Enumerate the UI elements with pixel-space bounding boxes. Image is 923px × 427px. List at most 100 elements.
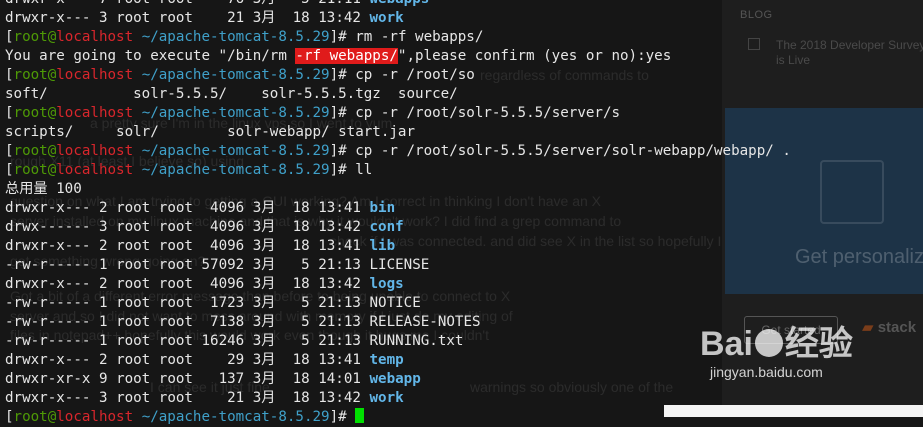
command-line: [root@localhost ~/apache-tomcat-8.5.29]#… <box>5 29 484 45</box>
link-count: 2 <box>98 352 108 368</box>
file-permissions: drwxr-x--- <box>5 352 91 368</box>
file-time: 21:13 <box>318 314 361 330</box>
file-group: root <box>158 333 193 349</box>
directory-name: lib <box>369 238 396 254</box>
file-group: root <box>158 10 193 26</box>
file-group: root <box>158 276 193 292</box>
command-line: [root@localhost ~/apache-tomcat-8.5.29]#… <box>5 162 373 178</box>
file-month: 3月 <box>252 390 276 406</box>
prompt-user: root <box>13 409 48 425</box>
file-owner: root <box>116 276 151 292</box>
file-day: 18 <box>292 371 310 387</box>
highlighted-args: -rf webapps/ <box>295 48 398 64</box>
file-owner: root <box>116 314 151 330</box>
file-size: 4096 <box>210 200 245 216</box>
link-count: 2 <box>98 238 108 254</box>
file-name: NOTICE <box>369 295 421 311</box>
command-text: cp -r /root/solr-5.5.5/server/s <box>355 105 621 121</box>
file-name: LICENSE <box>369 257 430 273</box>
file-permissions: drwxr-x--- <box>5 200 91 216</box>
file-group: root <box>159 0 193 7</box>
directory-name: webapps <box>369 0 429 7</box>
file-day: 5 <box>301 257 310 273</box>
prompt-path: ~/apache-tomcat-8.5.29 <box>141 143 330 159</box>
file-day: 5 <box>301 0 310 7</box>
file-month: 3月 <box>253 0 276 7</box>
file-day: 5 <box>301 333 310 349</box>
file-name: RELEASE-NOTES <box>369 314 481 330</box>
file-month: 3月 <box>252 352 276 368</box>
prompt-host: localhost <box>56 143 134 159</box>
message-text: You are going to execute "/bin/rm <box>5 48 296 64</box>
directory-name: work <box>369 390 404 406</box>
file-size: 16246 <box>201 333 245 349</box>
file-size: 7138 <box>210 314 245 330</box>
command-line: [root@localhost ~/apache-tomcat-8.5.29]#… <box>5 67 475 83</box>
file-size: 29 <box>227 352 245 368</box>
file-month: 3月 <box>252 276 276 292</box>
file-size: 4096 <box>210 276 245 292</box>
file-owner: root <box>116 200 151 216</box>
prompt-host: localhost <box>56 409 134 425</box>
directory-name: work <box>369 10 404 26</box>
file-size: 76 <box>227 0 244 7</box>
file-group: root <box>158 390 193 406</box>
file-time: 13:41 <box>318 200 361 216</box>
command-line: [root@localhost ~/apache-tomcat-8.5.29]#… <box>5 105 621 121</box>
file-size: 21 <box>227 10 245 26</box>
file-time: 21:13 <box>318 333 361 349</box>
file-group: root <box>158 352 193 368</box>
file-time: 13:42 <box>318 219 361 235</box>
link-count: 2 <box>98 276 108 292</box>
command-line: [root@localhost ~/apache-tomcat-8.5.29]#… <box>5 143 791 159</box>
file-group: root <box>158 200 193 216</box>
prompt-user: root <box>13 105 48 121</box>
link-count: 1 <box>98 295 108 311</box>
prompt-host: localhost <box>56 105 134 121</box>
file-group: root <box>158 295 193 311</box>
listing-row: drwxr-x--- 2 root root 4096 3月 18 13:41 … <box>0 199 923 218</box>
file-size: 1723 <box>210 295 245 311</box>
file-permissions: -rw-r----- <box>5 333 91 349</box>
link-count: 3 <box>98 219 108 235</box>
file-size: 57092 <box>201 257 245 273</box>
link-count: 3 <box>98 390 108 406</box>
terminal-cursor <box>355 408 365 423</box>
file-time: 13:41 <box>318 238 361 254</box>
file-owner: root <box>116 333 151 349</box>
file-month: 3月 <box>252 257 276 273</box>
directory-name: webapp <box>369 371 421 387</box>
file-time: 21:13 <box>318 257 361 273</box>
listing-row: drwxr-x--- 2 root root 4096 3月 18 13:41 … <box>0 237 923 256</box>
file-permissions: -rw-r----- <box>5 314 91 330</box>
file-month: 3月 <box>252 314 276 330</box>
prompt-at: @ <box>47 105 57 121</box>
link-count: 9 <box>98 371 108 387</box>
file-owner: root <box>116 371 151 387</box>
watermark-url: jingyan.baidu.com <box>710 364 823 380</box>
listing-row: drwxr-x--- 2 root root 4096 3月 18 13:42 … <box>0 275 923 294</box>
file-time: 13:41 <box>318 352 361 368</box>
confirm-message: You are going to execute "/bin/rm -rf we… <box>0 47 923 66</box>
file-permissions: drwx------ <box>5 219 91 235</box>
file-day: 18 <box>292 390 310 406</box>
file-group: root <box>158 314 193 330</box>
prompt-host: localhost <box>56 162 134 178</box>
link-count: 1 <box>98 257 108 273</box>
link-count: 1 <box>98 333 108 349</box>
directory-name: logs <box>369 276 404 292</box>
prompt-host: localhost <box>56 29 134 45</box>
file-permissions: -rw-r----- <box>5 257 91 273</box>
file-group: root <box>158 257 193 273</box>
paw-icon <box>754 329 783 357</box>
file-group: root <box>158 371 193 387</box>
link-count: 3 <box>98 10 108 26</box>
prompt-user: root <box>13 162 48 178</box>
file-owner: root <box>116 219 151 235</box>
file-day: 5 <box>301 295 310 311</box>
file-month: 3月 <box>252 333 276 349</box>
link-count: 7 <box>99 0 108 7</box>
file-size: 21 <box>227 390 245 406</box>
message-text: ",please confirm (yes or no):yes <box>397 48 672 64</box>
file-day: 18 <box>292 219 310 235</box>
